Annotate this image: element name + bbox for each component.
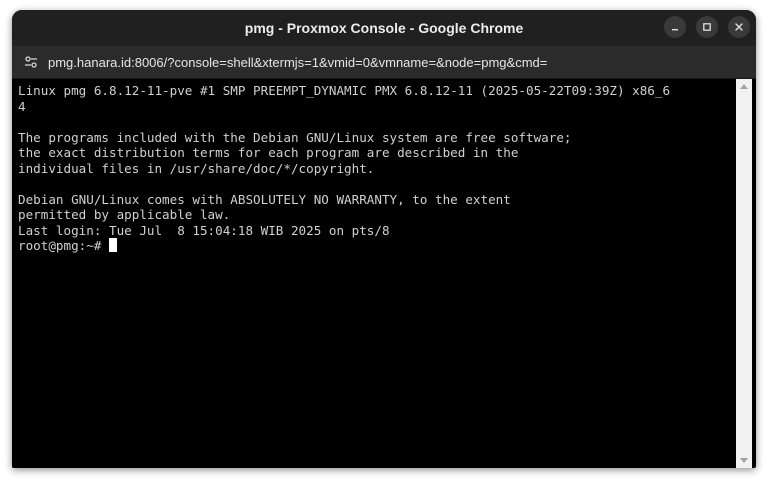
- terminal-line: 4: [18, 98, 26, 114]
- site-info-button[interactable]: [20, 51, 42, 73]
- close-icon: [735, 23, 743, 31]
- scroll-up-icon[interactable]: [740, 84, 748, 89]
- minimize-icon: [672, 29, 678, 31]
- minimize-button[interactable]: [664, 16, 686, 38]
- terminal-line: Last login: Tue Jul 8 15:04:18 WIB 2025 …: [18, 222, 390, 238]
- terminal-output[interactable]: Linux pmg 6.8.12-11-pve #1 SMP PREEMPT_D…: [12, 79, 736, 468]
- tune-icon: [25, 56, 37, 68]
- terminal-line: individual files in /usr/share/doc/*/cop…: [18, 160, 375, 176]
- title-bar[interactable]: pmg - Proxmox Console - Google Chrome: [12, 10, 756, 46]
- close-button[interactable]: [728, 16, 750, 38]
- terminal-line: The programs included with the Debian GN…: [18, 129, 572, 145]
- terminal-scrollbar[interactable]: [736, 79, 752, 468]
- maximize-icon: [703, 23, 711, 31]
- scroll-down-icon[interactable]: [740, 458, 748, 463]
- terminal-cursor: [109, 238, 117, 252]
- terminal-line: Debian GNU/Linux comes with ABSOLUTELY N…: [18, 191, 511, 207]
- maximize-button[interactable]: [696, 16, 718, 38]
- url-text[interactable]: pmg.hanara.id:8006/?console=shell&xtermj…: [48, 55, 547, 70]
- shell-prompt: root@pmg:~#: [18, 238, 109, 253]
- terminal-prompt-line[interactable]: root@pmg:~#: [18, 238, 736, 254]
- window-title: pmg - Proxmox Console - Google Chrome: [244, 20, 524, 36]
- window-controls: [664, 16, 750, 38]
- terminal-line: the exact distribution terms for each pr…: [18, 145, 519, 160]
- terminal-line: Linux pmg 6.8.12-11-pve #1 SMP PREEMPT_D…: [18, 83, 671, 98]
- address-bar[interactable]: pmg.hanara.id:8006/?console=shell&xtermj…: [12, 46, 756, 79]
- browser-window: pmg - Proxmox Console - Google Chrome pm…: [12, 10, 756, 468]
- terminal-line: permitted by applicable law.: [18, 207, 231, 222]
- scrollbar-thumb[interactable]: [738, 95, 750, 451]
